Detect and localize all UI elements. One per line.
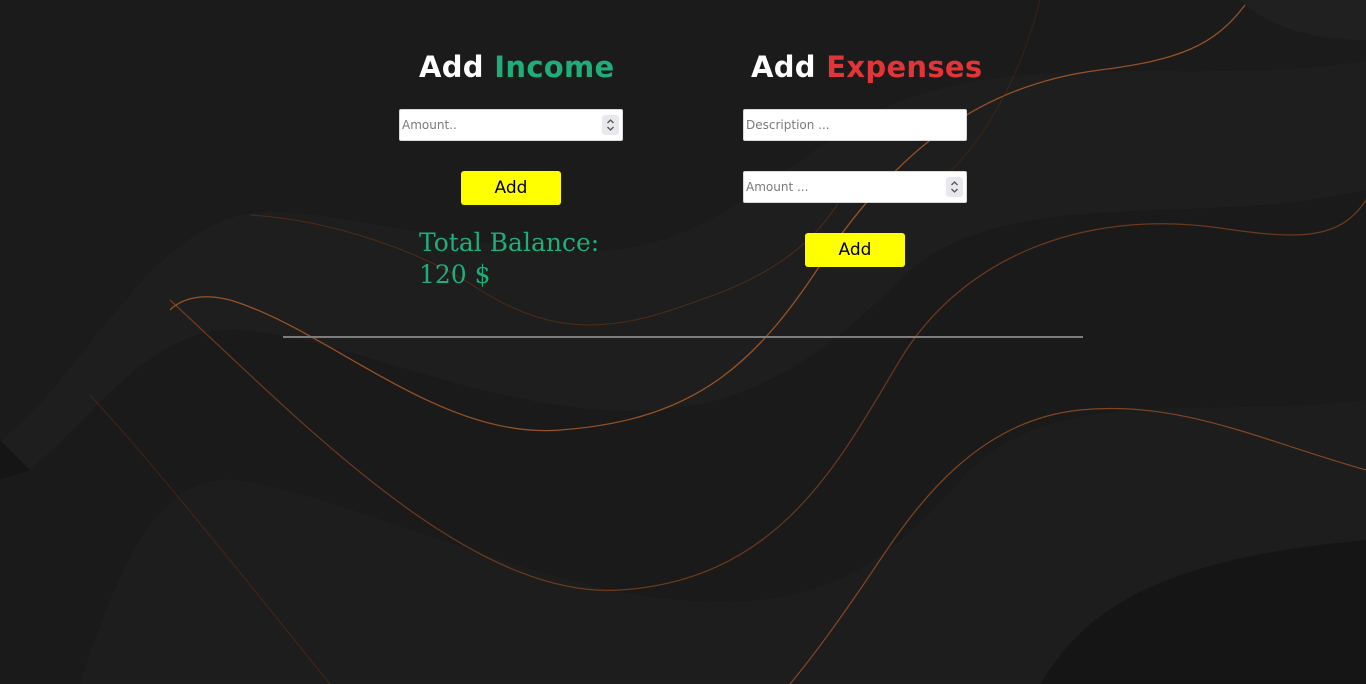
expenses-title: Add Expenses bbox=[751, 50, 982, 84]
stepper-arrows-icon bbox=[607, 119, 614, 131]
total-balance-value: 120 $ bbox=[419, 260, 491, 289]
income-amount-input[interactable] bbox=[400, 110, 622, 140]
add-expense-button[interactable]: Add bbox=[805, 233, 905, 267]
income-title: Add Income bbox=[419, 50, 615, 84]
expense-description-field bbox=[743, 109, 967, 141]
income-title-accent: Income bbox=[494, 50, 615, 84]
expenses-title-prefix: Add bbox=[751, 50, 816, 84]
add-income-button[interactable]: Add bbox=[461, 171, 561, 205]
app-screen: Add Income Add Total Balance: 120 $ Add … bbox=[0, 0, 1366, 684]
expense-amount-field bbox=[743, 171, 967, 203]
total-balance: Total Balance: 120 $ bbox=[419, 227, 599, 291]
total-balance-label: Total Balance: bbox=[419, 228, 600, 257]
stepper-arrows-icon bbox=[951, 181, 958, 193]
expense-amount-input[interactable] bbox=[744, 172, 966, 202]
expense-description-input[interactable] bbox=[744, 110, 966, 140]
wave-background bbox=[0, 0, 1366, 684]
section-divider bbox=[283, 336, 1083, 338]
expenses-title-accent: Expenses bbox=[826, 50, 983, 84]
income-amount-stepper[interactable] bbox=[602, 115, 619, 135]
income-amount-field bbox=[399, 109, 623, 141]
income-title-prefix: Add bbox=[419, 50, 484, 84]
expense-amount-stepper[interactable] bbox=[946, 177, 963, 197]
